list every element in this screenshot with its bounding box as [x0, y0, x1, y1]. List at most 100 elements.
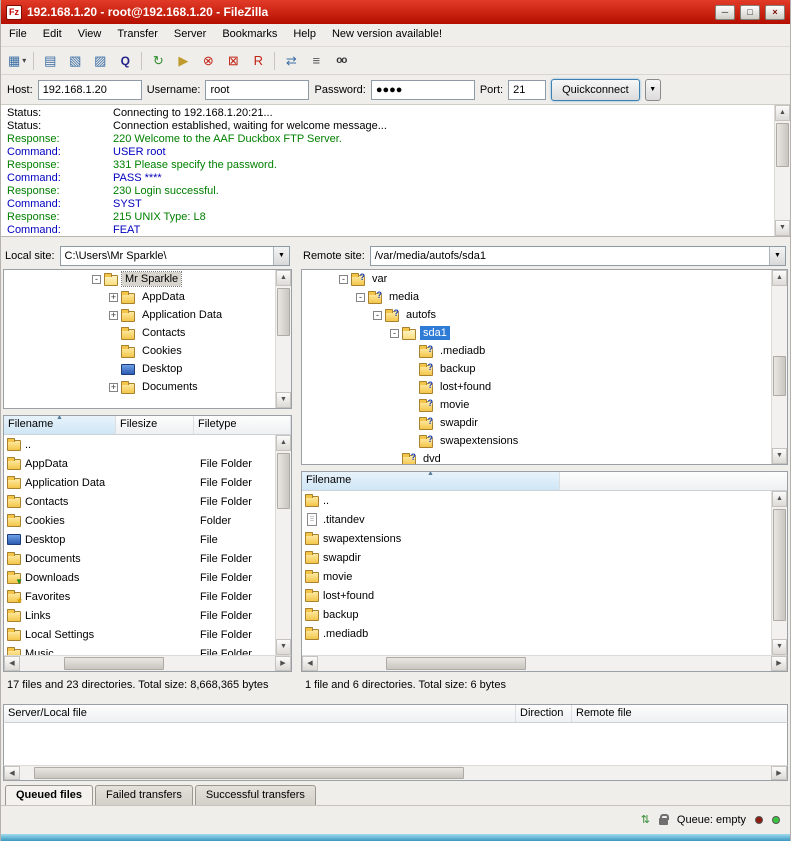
file-row[interactable]: DocumentsFile Folder	[4, 549, 291, 568]
menu-transfer[interactable]: Transfer	[109, 24, 166, 46]
scroll-thumb[interactable]	[776, 123, 789, 167]
maximize-button[interactable]: □	[740, 5, 760, 20]
remote-list-scrollbar[interactable]: ▲ ▼	[771, 491, 787, 655]
close-button[interactable]: ×	[765, 5, 785, 20]
scroll-up-icon[interactable]: ▲	[276, 435, 291, 451]
scroll-up-icon[interactable]: ▲	[772, 491, 787, 507]
scroll-up-icon[interactable]: ▲	[276, 270, 291, 286]
tree-item[interactable]: sda1	[302, 324, 787, 342]
menu-server[interactable]: Server	[166, 24, 214, 46]
collapse-icon[interactable]	[92, 275, 101, 284]
file-row[interactable]: .titandev	[302, 510, 787, 529]
scroll-down-icon[interactable]: ▼	[775, 220, 790, 236]
menu-new-version[interactable]: New version available!	[324, 24, 450, 46]
file-row[interactable]: movie	[302, 567, 787, 586]
local-site-combo[interactable]: C:\Users\Mr Sparkle\ ▼	[60, 246, 290, 266]
scroll-track[interactable]	[20, 766, 771, 780]
scroll-right-icon[interactable]: ▶	[771, 656, 787, 671]
cancel-button[interactable]: ⊗	[196, 49, 220, 72]
file-row[interactable]: ♪MusicFile Folder	[4, 644, 291, 655]
collapse-icon[interactable]	[339, 275, 348, 284]
chevron-down-icon[interactable]: ▼	[273, 247, 289, 265]
column-header-filename[interactable]: ▲Filename	[4, 416, 116, 434]
column-header-filetype[interactable]: Filetype	[194, 416, 291, 434]
remote-list-hscrollbar[interactable]: ◀ ▶	[302, 655, 787, 671]
tree-item[interactable]: dvd	[302, 450, 787, 465]
scroll-track[interactable]	[318, 656, 771, 671]
log-scrollbar[interactable]: ▲ ▼	[774, 105, 790, 236]
password-input[interactable]	[371, 80, 475, 100]
quickconnect-button[interactable]: Quickconnect	[551, 79, 640, 101]
toggle-queue-button[interactable]: Q	[113, 49, 137, 72]
scroll-up-icon[interactable]: ▲	[775, 105, 790, 121]
tree-item[interactable]: Documents	[4, 378, 291, 396]
remote-tree-scrollbar[interactable]: ▲ ▼	[771, 270, 787, 464]
synchronized-browsing-button[interactable]: ⇄	[279, 49, 303, 72]
process-queue-button[interactable]: ▶	[171, 49, 195, 72]
column-header-server-local-file[interactable]: Server/Local file	[4, 705, 516, 722]
file-row[interactable]: lost+found	[302, 586, 787, 605]
scroll-down-icon[interactable]: ▼	[772, 639, 787, 655]
tab-queued-files[interactable]: Queued files	[5, 785, 93, 805]
menu-view[interactable]: View	[70, 24, 110, 46]
chevron-down-icon[interactable]: ▼	[769, 247, 785, 265]
local-tree-scrollbar[interactable]: ▲ ▼	[275, 270, 291, 408]
scroll-left-icon[interactable]: ◀	[4, 766, 20, 780]
scroll-down-icon[interactable]: ▼	[276, 392, 291, 408]
username-input[interactable]	[205, 80, 309, 100]
tree-item[interactable]: Contacts	[4, 324, 291, 342]
tree-item[interactable]: backup	[302, 360, 787, 378]
directory-comparison-button[interactable]: ≡	[304, 49, 328, 72]
tree-item[interactable]: media	[302, 288, 787, 306]
local-list-scrollbar[interactable]: ▲ ▼	[275, 435, 291, 655]
tree-item[interactable]: var	[302, 270, 787, 288]
scroll-down-icon[interactable]: ▼	[772, 448, 787, 464]
tree-item[interactable]: lost+found	[302, 378, 787, 396]
file-row[interactable]: backup	[302, 605, 787, 624]
disconnect-button[interactable]: ⊠	[221, 49, 245, 72]
scroll-thumb[interactable]	[64, 657, 164, 670]
scroll-track[interactable]	[772, 507, 787, 639]
site-manager-dropdown-icon[interactable]: ▾	[22, 56, 26, 65]
scroll-thumb[interactable]	[277, 453, 290, 509]
column-header-filesize[interactable]: Filesize	[116, 416, 194, 434]
menu-edit[interactable]: Edit	[35, 24, 70, 46]
expand-icon[interactable]	[109, 293, 118, 302]
tree-item[interactable]: .mediadb	[302, 342, 787, 360]
find-files-button[interactable]: oo	[329, 49, 353, 72]
local-list-hscrollbar[interactable]: ◀ ▶	[4, 655, 291, 671]
file-row[interactable]: .mediadb	[302, 624, 787, 643]
tree-item[interactable]: AppData	[4, 288, 291, 306]
minimize-button[interactable]: ─	[715, 5, 735, 20]
menu-file[interactable]: File	[1, 24, 35, 46]
file-row[interactable]: DesktopFile	[4, 530, 291, 549]
tree-item[interactable]: Desktop	[4, 360, 291, 378]
scroll-track[interactable]	[276, 451, 291, 639]
scroll-up-icon[interactable]: ▲	[772, 270, 787, 286]
collapse-icon[interactable]	[356, 293, 365, 302]
quickconnect-dropdown-icon[interactable]: ▼	[645, 79, 661, 101]
toggle-message-log-button[interactable]: ▤	[38, 49, 62, 72]
scroll-thumb[interactable]	[386, 657, 526, 670]
scroll-right-icon[interactable]: ▶	[771, 766, 787, 780]
scroll-track[interactable]	[276, 286, 291, 392]
site-manager-button[interactable]: ▦ ▾	[5, 49, 29, 72]
tree-item[interactable]: Application Data	[4, 306, 291, 324]
speed-limits-icon[interactable]: ⇅	[641, 815, 650, 826]
column-header-direction[interactable]: Direction	[516, 705, 572, 722]
file-row[interactable]: AppDataFile Folder	[4, 454, 291, 473]
column-header-remote-file[interactable]: Remote file	[572, 705, 787, 722]
tree-item[interactable]: swapextensions	[302, 432, 787, 450]
tab-successful-transfers[interactable]: Successful transfers	[195, 785, 316, 805]
scroll-thumb[interactable]	[773, 509, 786, 621]
tree-item[interactable]: swapdir	[302, 414, 787, 432]
queue-hscrollbar[interactable]: ◀ ▶	[3, 765, 788, 781]
toggle-remote-tree-button[interactable]: ▨	[88, 49, 112, 72]
title-bar[interactable]: Fz 192.168.1.20 - root@192.168.1.20 - Fi…	[1, 0, 790, 24]
tree-item[interactable]: movie	[302, 396, 787, 414]
scroll-left-icon[interactable]: ◀	[302, 656, 318, 671]
menu-help[interactable]: Help	[285, 24, 324, 46]
scroll-thumb[interactable]	[277, 288, 290, 336]
file-row[interactable]: swapdir	[302, 548, 787, 567]
file-row[interactable]: Local SettingsFile Folder	[4, 625, 291, 644]
